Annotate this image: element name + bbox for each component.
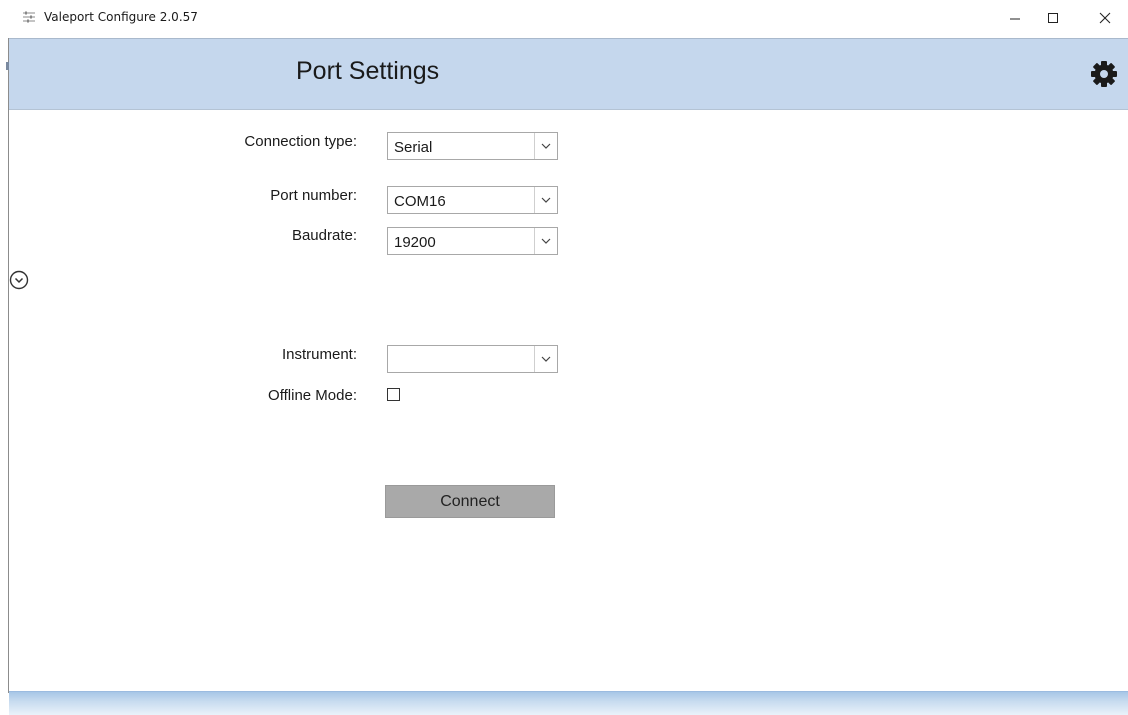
window-left-border bbox=[8, 38, 9, 693]
minimize-icon bbox=[1010, 18, 1020, 20]
baudrate-select[interactable]: 19200 bbox=[387, 227, 558, 255]
offline-mode-checkbox[interactable] bbox=[387, 388, 400, 401]
port-number-value: COM16 bbox=[394, 193, 446, 210]
connection-type-label: Connection type: bbox=[244, 133, 357, 150]
baudrate-value: 19200 bbox=[394, 234, 436, 251]
connection-type-select[interactable]: Serial bbox=[387, 132, 558, 160]
connection-type-value: Serial bbox=[394, 139, 433, 156]
gear-icon[interactable] bbox=[1090, 60, 1118, 88]
window-title: Valeport Configure 2.0.57 bbox=[44, 10, 198, 24]
status-bar bbox=[9, 691, 1128, 715]
chevron-down-icon[interactable] bbox=[534, 346, 557, 372]
baudrate-label: Baudrate: bbox=[291, 227, 357, 244]
instrument-select[interactable] bbox=[387, 345, 558, 373]
app-sliders-icon bbox=[23, 11, 35, 23]
chevron-down-icon[interactable] bbox=[534, 133, 557, 159]
page-title: Port Settings bbox=[296, 57, 440, 85]
instrument-label: Instrument: bbox=[281, 346, 357, 363]
close-button[interactable] bbox=[1082, 4, 1128, 32]
window-titlebar[interactable]: Valeport Configure 2.0.57 bbox=[0, 0, 1128, 38]
port-number-select[interactable]: COM16 bbox=[387, 186, 558, 214]
chevron-down-circle-icon[interactable] bbox=[9, 270, 29, 290]
chevron-down-icon[interactable] bbox=[534, 187, 557, 213]
connect-button[interactable]: Connect bbox=[385, 485, 555, 518]
page-header bbox=[9, 38, 1128, 110]
port-number-label: Port number: bbox=[270, 187, 357, 204]
maximize-button[interactable] bbox=[1030, 4, 1076, 32]
chevron-down-icon[interactable] bbox=[534, 228, 557, 254]
close-icon bbox=[1099, 12, 1111, 24]
offline-mode-label: Offline Mode: bbox=[268, 387, 357, 404]
maximize-icon bbox=[1048, 13, 1058, 23]
